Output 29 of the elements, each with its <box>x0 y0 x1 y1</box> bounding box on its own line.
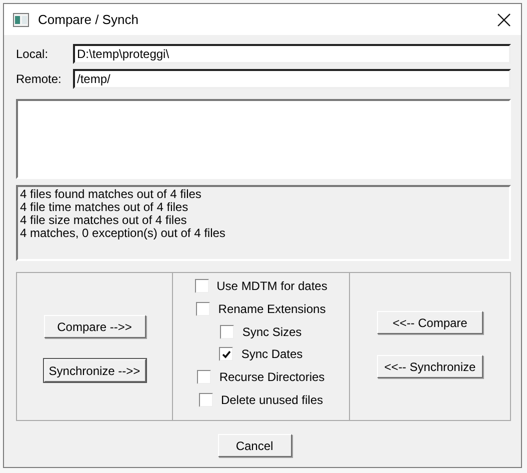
app-icon <box>13 12 29 26</box>
option-checkbox[interactable]: Delete unused files <box>198 388 324 412</box>
window-title: Compare / Synch <box>38 12 140 27</box>
checkbox[interactable] <box>198 392 213 407</box>
input-field[interactable]: D:\temp\proteggi\ <box>73 44 511 64</box>
option-checkbox[interactable]: Recurse Directories <box>197 366 325 388</box>
option-checkbox[interactable]: Sync Dates <box>219 343 303 366</box>
close-icon[interactable] <box>497 12 511 26</box>
status-line: 4 file time matches out of 4 files <box>20 201 190 214</box>
checkbox[interactable] <box>196 302 210 316</box>
action-button[interactable]: Compare -->> <box>44 315 146 338</box>
status-line: 4 file size matches out of 4 files <box>20 214 188 227</box>
checkbox[interactable] <box>219 347 234 362</box>
status-line: 4 files found matches out of 4 files <box>20 188 202 201</box>
checkbox[interactable] <box>220 324 234 339</box>
checkbox[interactable] <box>197 370 212 384</box>
input-field[interactable]: /temp/ <box>73 68 511 88</box>
cancel-button[interactable]: Cancel <box>218 434 292 457</box>
action-button[interactable]: Synchronize -->> <box>44 359 146 382</box>
action-button[interactable]: <<-- Compare <box>377 311 483 334</box>
field-label: Remote: <box>16 72 62 86</box>
check-icon <box>220 348 232 360</box>
status-line: 4 matches, 0 exception(s) out of 4 files <box>20 227 226 240</box>
option-checkbox[interactable]: Rename Extensions <box>196 298 326 320</box>
option-checkbox[interactable]: Use MDTM for dates <box>194 275 328 298</box>
checkbox[interactable] <box>194 279 209 294</box>
action-button[interactable]: <<-- Synchronize <box>377 355 483 378</box>
option-checkbox[interactable]: Sync Sizes <box>220 320 302 344</box>
field-label: Local: <box>16 46 50 60</box>
